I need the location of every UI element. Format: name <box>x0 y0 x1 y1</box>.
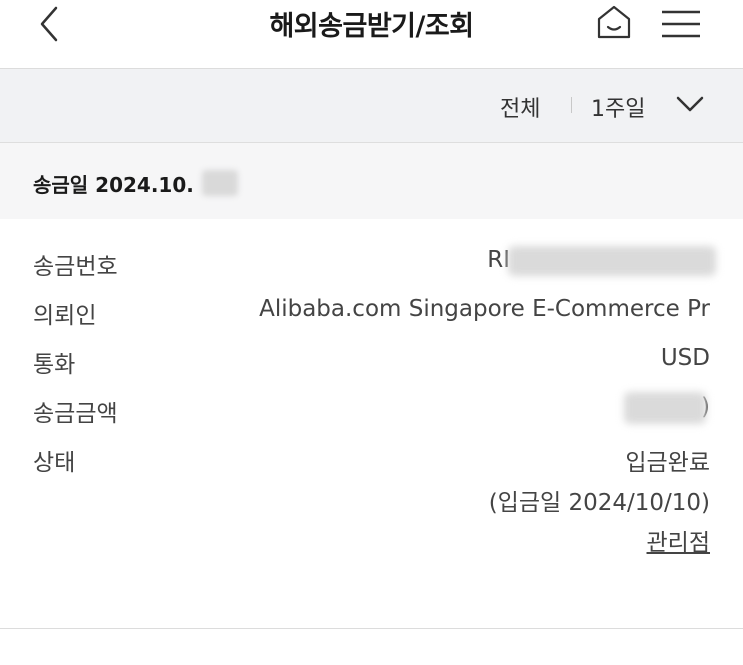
remittance-date-section: 송금일 2024.10. <box>0 143 743 219</box>
remittance-number-value: RI <box>487 247 510 273</box>
home-button[interactable] <box>595 2 633 42</box>
currency-value: USD <box>660 345 710 371</box>
currency-label: 통화 <box>33 352 76 378</box>
masked-date <box>202 170 238 196</box>
filter-bar: 전체 1주일 <box>0 69 743 143</box>
remittance-date: 송금일 2024.10. <box>33 173 194 197</box>
filter-type-all[interactable]: 전체 <box>500 91 540 123</box>
remittance-number-label: 송금번호 <box>33 254 118 280</box>
section-divider <box>0 628 743 629</box>
filter-period[interactable]: 1주일 <box>591 91 645 123</box>
sender-label: 의뢰인 <box>33 303 97 329</box>
filter-divider <box>571 97 572 113</box>
amount-label: 송금금액 <box>33 401 118 427</box>
sender-value: Alibaba.com Singapore E-Commerce Pr <box>259 296 710 322</box>
masked-remittance-number <box>508 246 716 276</box>
status-label: 상태 <box>33 450 76 476</box>
branch-link[interactable]: 관리점 <box>647 523 710 557</box>
deposit-date: (입금일 2024/10/10) <box>488 490 710 516</box>
chevron-down-icon <box>676 96 704 112</box>
masked-amount <box>624 392 706 424</box>
filter-dropdown-button[interactable] <box>675 93 705 117</box>
status-value: 입금완료 <box>625 450 710 476</box>
hamburger-menu-icon <box>662 10 700 38</box>
menu-button[interactable] <box>660 8 702 40</box>
home-icon <box>597 5 631 39</box>
app-header: 해외송금받기/조회 <box>0 0 743 69</box>
